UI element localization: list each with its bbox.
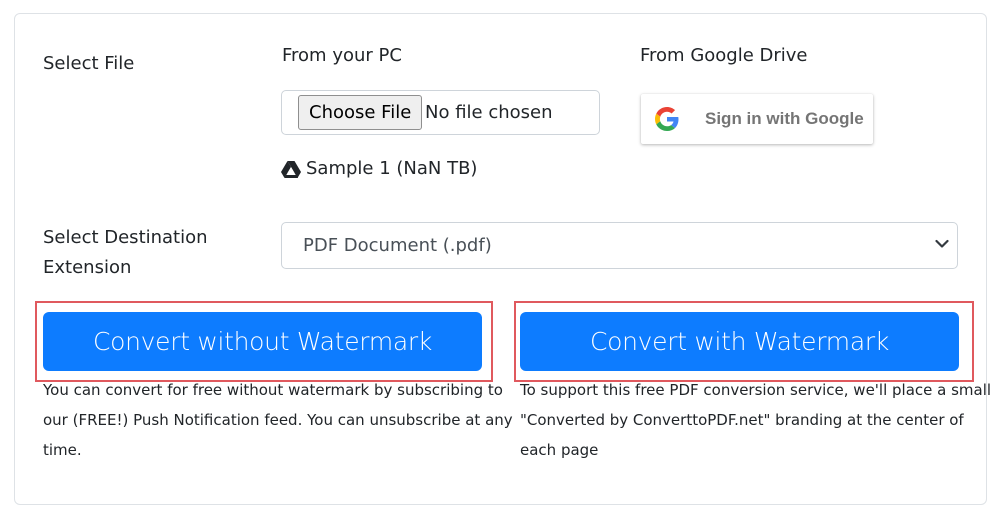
select-file-label: Select File [43, 53, 135, 74]
google-signin-label: Sign in with Google [705, 109, 864, 128]
file-status-text: No file chosen [425, 102, 553, 123]
destination-label-line2: Extension [43, 257, 132, 278]
without-watermark-note-line3: time. [43, 441, 82, 459]
google-g-logo-icon [655, 107, 679, 131]
chevron-down-icon [935, 239, 949, 248]
with-watermark-note-line2: "Converted by ConverttoPDF.net" branding… [520, 411, 964, 429]
choose-file-button[interactable]: Choose File [298, 95, 423, 130]
drive-file-name: Sample 1 (NaN TB) [306, 158, 478, 179]
drive-file-entry: Sample 1 (NaN TB) [281, 156, 477, 182]
without-watermark-note-line2: our (FREE!) Push Notification feed. You … [43, 411, 513, 429]
selected-extension: PDF Document (.pdf) [303, 235, 492, 256]
destination-label-line1: Select Destination [43, 227, 208, 248]
file-input[interactable]: Choose File No file chosen [281, 90, 600, 135]
destination-extension-select[interactable]: PDF Document (.pdf) [281, 222, 958, 269]
from-pc-heading: From your PC [282, 45, 402, 66]
with-watermark-note-line1: To support this free PDF conversion serv… [520, 381, 992, 399]
with-watermark-note-line3: each page [520, 441, 599, 459]
convert-with-watermark-button[interactable]: Convert with Watermark [520, 312, 959, 371]
google-signin-button[interactable]: Sign in with Google [641, 94, 873, 144]
from-drive-heading: From Google Drive [640, 45, 808, 66]
google-drive-icon [281, 160, 301, 178]
without-watermark-note-line1: You can convert for free without waterma… [43, 381, 503, 399]
convert-without-watermark-button[interactable]: Convert without Watermark [43, 312, 482, 371]
